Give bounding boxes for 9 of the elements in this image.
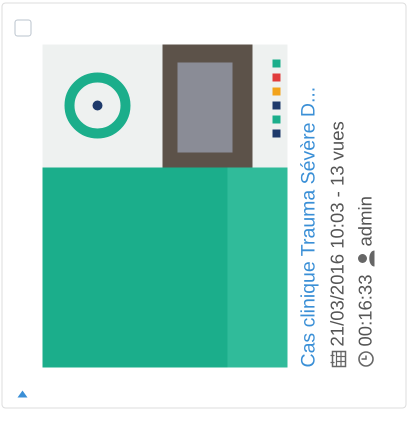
checkbox[interactable] xyxy=(14,20,30,36)
calendar-icon xyxy=(328,350,346,368)
caret-icon[interactable] xyxy=(17,390,27,398)
duration-text: 00:16:33 xyxy=(354,274,376,346)
date-views-text: 21/03/2016 10:03 - 13 vues xyxy=(326,121,348,346)
author-text[interactable]: admin xyxy=(354,196,376,246)
user-icon xyxy=(356,250,374,266)
thumbnail-drawing[interactable] xyxy=(42,44,287,368)
clock-icon xyxy=(356,350,374,368)
